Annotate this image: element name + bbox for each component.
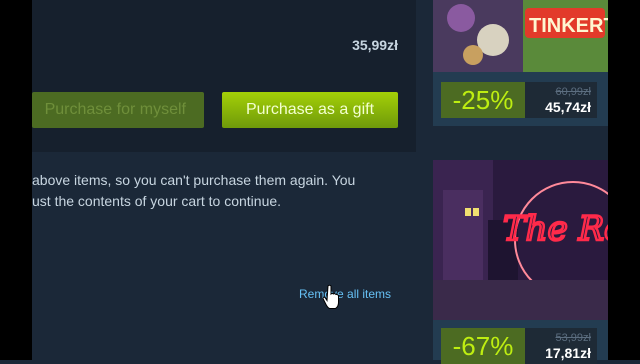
right-black-bar (608, 0, 640, 360)
notice-line-2: ust the contents of your cart to continu… (32, 193, 282, 209)
left-black-bar (0, 0, 32, 360)
remove-all-items-link[interactable]: Remove all items (299, 287, 391, 301)
original-price: 53,99zł (555, 331, 591, 344)
hand-cursor-icon (323, 284, 339, 309)
game-card-the-red[interactable]: The Red -67% 53,99zł 17,81zł (433, 160, 608, 364)
price-block: -67% 53,99zł 17,81zł (441, 328, 597, 364)
game-capsule-art: The Red (433, 160, 608, 320)
purchase-as-gift-button[interactable]: Purchase as a gift (222, 92, 398, 128)
notice-line-1: above items, so you can't purchase them … (32, 172, 356, 188)
price-box: 53,99zł 17,81zł (525, 328, 597, 364)
original-price: 60,99zł (555, 85, 591, 98)
final-price: 17,81zł (545, 344, 591, 361)
purchase-for-myself-button[interactable]: Purchase for myself (32, 92, 204, 128)
game-title-art: TINKERTA (529, 15, 608, 37)
cart-total-price: 35,99zł (352, 37, 398, 53)
final-price: 45,74zł (545, 98, 591, 115)
discount-badge: -67% (441, 328, 525, 364)
discount-badge: -25% (441, 82, 525, 118)
price-block: -25% 60,99zł 45,74zł (441, 82, 597, 118)
game-capsule-art: TINKERTA (433, 0, 608, 72)
price-box: 60,99zł 45,74zł (525, 82, 597, 118)
game-card-tinkertown[interactable]: TINKERTA -25% 60,99zł 45,74zł (433, 0, 608, 126)
game-title-art: The Red (503, 209, 608, 249)
cart-notice-text: above items, so you can't purchase them … (32, 170, 402, 212)
cart-summary-panel: 35,99zł Purchase for myself Purchase as … (32, 0, 416, 152)
